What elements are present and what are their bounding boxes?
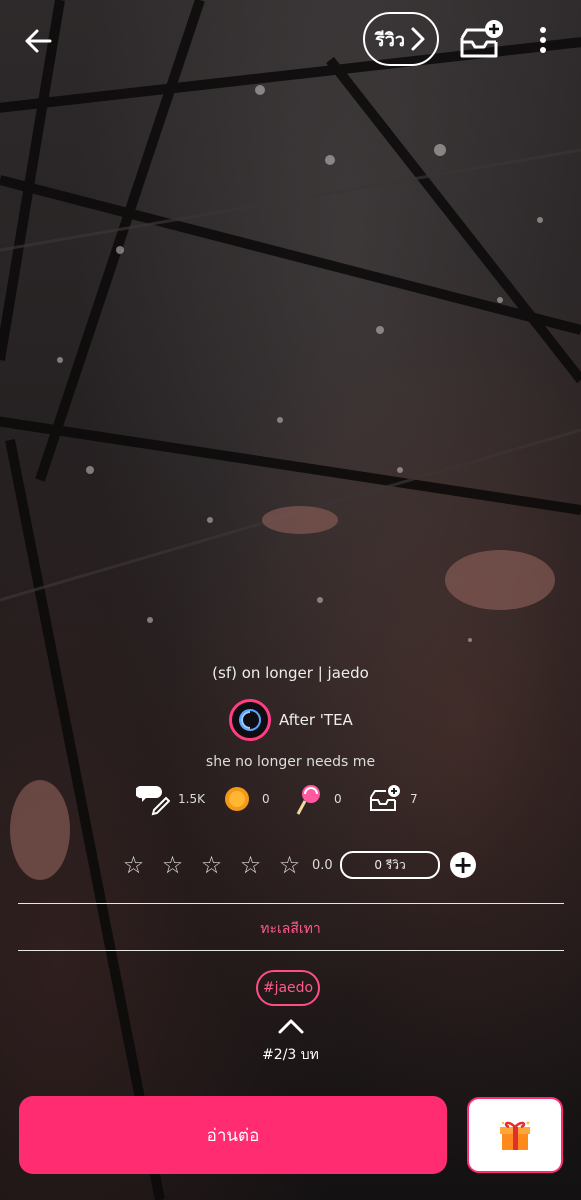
review-button-label: รีวิว: [375, 29, 405, 51]
add-review-button[interactable]: +: [450, 852, 476, 878]
star-icon-1[interactable]: ☆: [114, 848, 153, 882]
back-button[interactable]: [22, 24, 56, 58]
top-bar: รีวิว: [0, 0, 581, 80]
author-name: After 'TEA: [279, 711, 353, 729]
rating-value: 0.0: [312, 857, 333, 873]
star-icon-2[interactable]: ☆: [153, 848, 192, 882]
category-link[interactable]: ทะเลสีเทา: [0, 918, 581, 940]
coins-count: 0: [262, 792, 270, 806]
story-title: (sf) on longer | jaedo: [212, 664, 369, 682]
review-button[interactable]: รีวิว: [363, 12, 439, 66]
rating-row: ☆ ☆ ☆ ☆ ☆ 0.0 0 รีวิว +: [114, 848, 476, 882]
chevron-up-icon: [278, 1019, 304, 1034]
story-description: she no longer needs me: [205, 754, 376, 770]
lollipop-icon: [292, 782, 326, 816]
author-avatar: [229, 699, 271, 741]
tag-jaedo[interactable]: #jaedo: [256, 970, 320, 1006]
gift-button[interactable]: [467, 1097, 563, 1173]
star-icon-5[interactable]: ☆: [270, 848, 309, 882]
author-link[interactable]: After 'TEA: [229, 699, 353, 741]
divider: [18, 950, 564, 951]
bookshelf-icon: [368, 782, 402, 816]
more-vertical-icon: [540, 27, 546, 53]
more-options-button[interactable]: [531, 24, 555, 56]
chapter-count: #2/3 บท: [262, 1047, 319, 1063]
stats-row: 1.5K 0 0 7: [136, 782, 418, 816]
avatar-image-icon: [239, 709, 261, 731]
bookshelf-add-icon: [460, 20, 503, 58]
divider: [18, 903, 564, 904]
star-icon-4[interactable]: ☆: [231, 848, 270, 882]
lollipops-stat: 0: [292, 782, 368, 816]
shelf-stat: 7: [368, 782, 418, 816]
continue-reading-button[interactable]: อ่านต่อ: [19, 1096, 447, 1174]
review-count-button[interactable]: 0 รีวิว: [340, 851, 440, 879]
coin-icon: [220, 782, 254, 816]
views-icon: [136, 782, 170, 816]
add-to-shelf-button[interactable]: [458, 18, 506, 62]
arrow-left-icon: [25, 29, 52, 53]
coins-stat: 0: [220, 782, 292, 816]
gift-icon: [500, 1121, 530, 1150]
lollipops-count: 0: [334, 792, 342, 806]
star-icon-3[interactable]: ☆: [192, 848, 231, 882]
views-count: 1.5K: [178, 792, 205, 806]
collapse-button[interactable]: [276, 1016, 306, 1036]
plus-icon: +: [452, 851, 474, 879]
shelf-count: 7: [410, 792, 418, 806]
chevron-right-icon: [411, 27, 425, 51]
views-stat: 1.5K: [136, 782, 216, 816]
